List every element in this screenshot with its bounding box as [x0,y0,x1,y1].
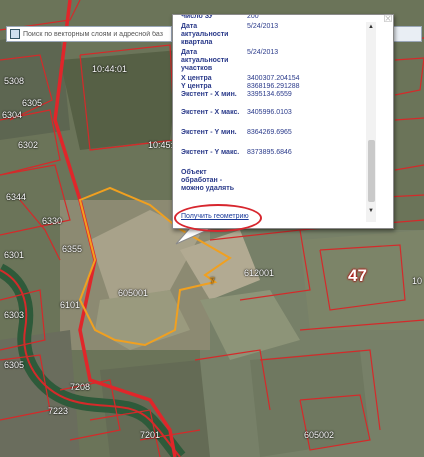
parcel-label: 6304 [2,110,23,120]
parcel-label: 6330 [42,216,63,226]
attribute-row: Экстент - Y макс. 8373895.6846 [181,149,292,157]
parcel-label: 10 [412,276,423,286]
attribute-value [241,169,247,193]
attribute-value: 8364269.6965 [247,129,292,136]
attribute-value: 5/24/2013 [247,49,279,56]
parcel-label: 6301 [4,250,25,260]
attribute-key: Число ЗУ [181,14,214,20]
attribute-value: 3405996.0103 [247,109,292,116]
highlight-circle [174,204,262,232]
parcel-label: 612001 [244,268,275,278]
attribute-key: Экстент - X макс. [181,109,240,116]
district-number: 47 [348,266,367,285]
attribute-row: Объект обработан - можно удалять [181,169,247,193]
attribute-row: Число ЗУ 200 [181,14,259,21]
parcel-label: 6305 [4,360,25,370]
attribute-row: Экстент - X макс. 3405996.0103 [181,109,292,117]
close-icon[interactable]: ☒ [382,14,394,26]
parcel-label: 6101 [60,300,81,310]
attribute-key: Экстент - Y мин. [181,129,237,136]
search-bar-end[interactable] [392,26,422,42]
attribute-value: 3395134.6559 [247,91,292,98]
attribute-row: Экстент - X мин. 3395134.6559 [181,91,292,99]
parcel-label: 7201 [140,430,161,440]
attribute-key: X центра [181,75,212,82]
parcel-label: 6355 [62,244,83,254]
parcel-label: 6344 [6,192,27,202]
attribute-key: Дата актуальности участков [181,49,229,72]
attribute-row: Дата актуальности участков 5/24/2013 [181,49,278,73]
attribute-row: Экстент - Y мин. 8364269.6965 [181,129,292,137]
scroll-thumb[interactable] [368,140,375,202]
parcel-label: 7208 [70,382,91,392]
search-input[interactable]: Поиск по векторным слоям и адресной баз [23,31,163,38]
attribute-key: Дата актуальности квартала [181,23,229,46]
attribute-row: Дата актуальности квартала 5/24/2013 [181,23,278,47]
scroll-down-icon[interactable]: ▼ [366,206,376,216]
attribute-value: 3400307.204154 [247,75,300,82]
attribute-value: 8368196.291288 [247,83,300,90]
attribute-row: X центра 3400307.204154 [181,75,300,83]
attribute-value: 8373895.6846 [247,149,292,156]
parcel-label: 605001 [118,288,149,298]
scroll-up-icon[interactable]: ▲ [366,22,376,32]
parcel-label: 605002 [304,430,335,440]
attribute-value: 200 [247,14,259,20]
parcel-label: 6302 [18,140,39,150]
parcel-label: 5308 [4,76,25,86]
parcel-label: 7 [210,276,216,286]
search-bar[interactable]: Поиск по векторным слоям и адресной баз [6,26,172,42]
attribute-row: Y центра 8368196.291288 [181,83,300,91]
search-icon[interactable] [10,29,20,39]
parcel-label: 6303 [4,310,25,320]
attribute-key: Объект обработан - можно удалять [181,169,234,192]
attribute-key: Y центра [181,83,212,90]
parcel-label: 7223 [48,406,69,416]
parcel-label: 10:44:01 [92,64,128,74]
attribute-key: Экстент - Y макс. [181,149,240,156]
attribute-key: Экстент - X мин. [181,91,237,98]
attribute-value: 5/24/2013 [247,23,279,30]
feature-info-popup: Число ЗУ 200 Дата актуальности квартала 5/2… [172,14,394,229]
parcel-label: 6305 [22,98,43,108]
